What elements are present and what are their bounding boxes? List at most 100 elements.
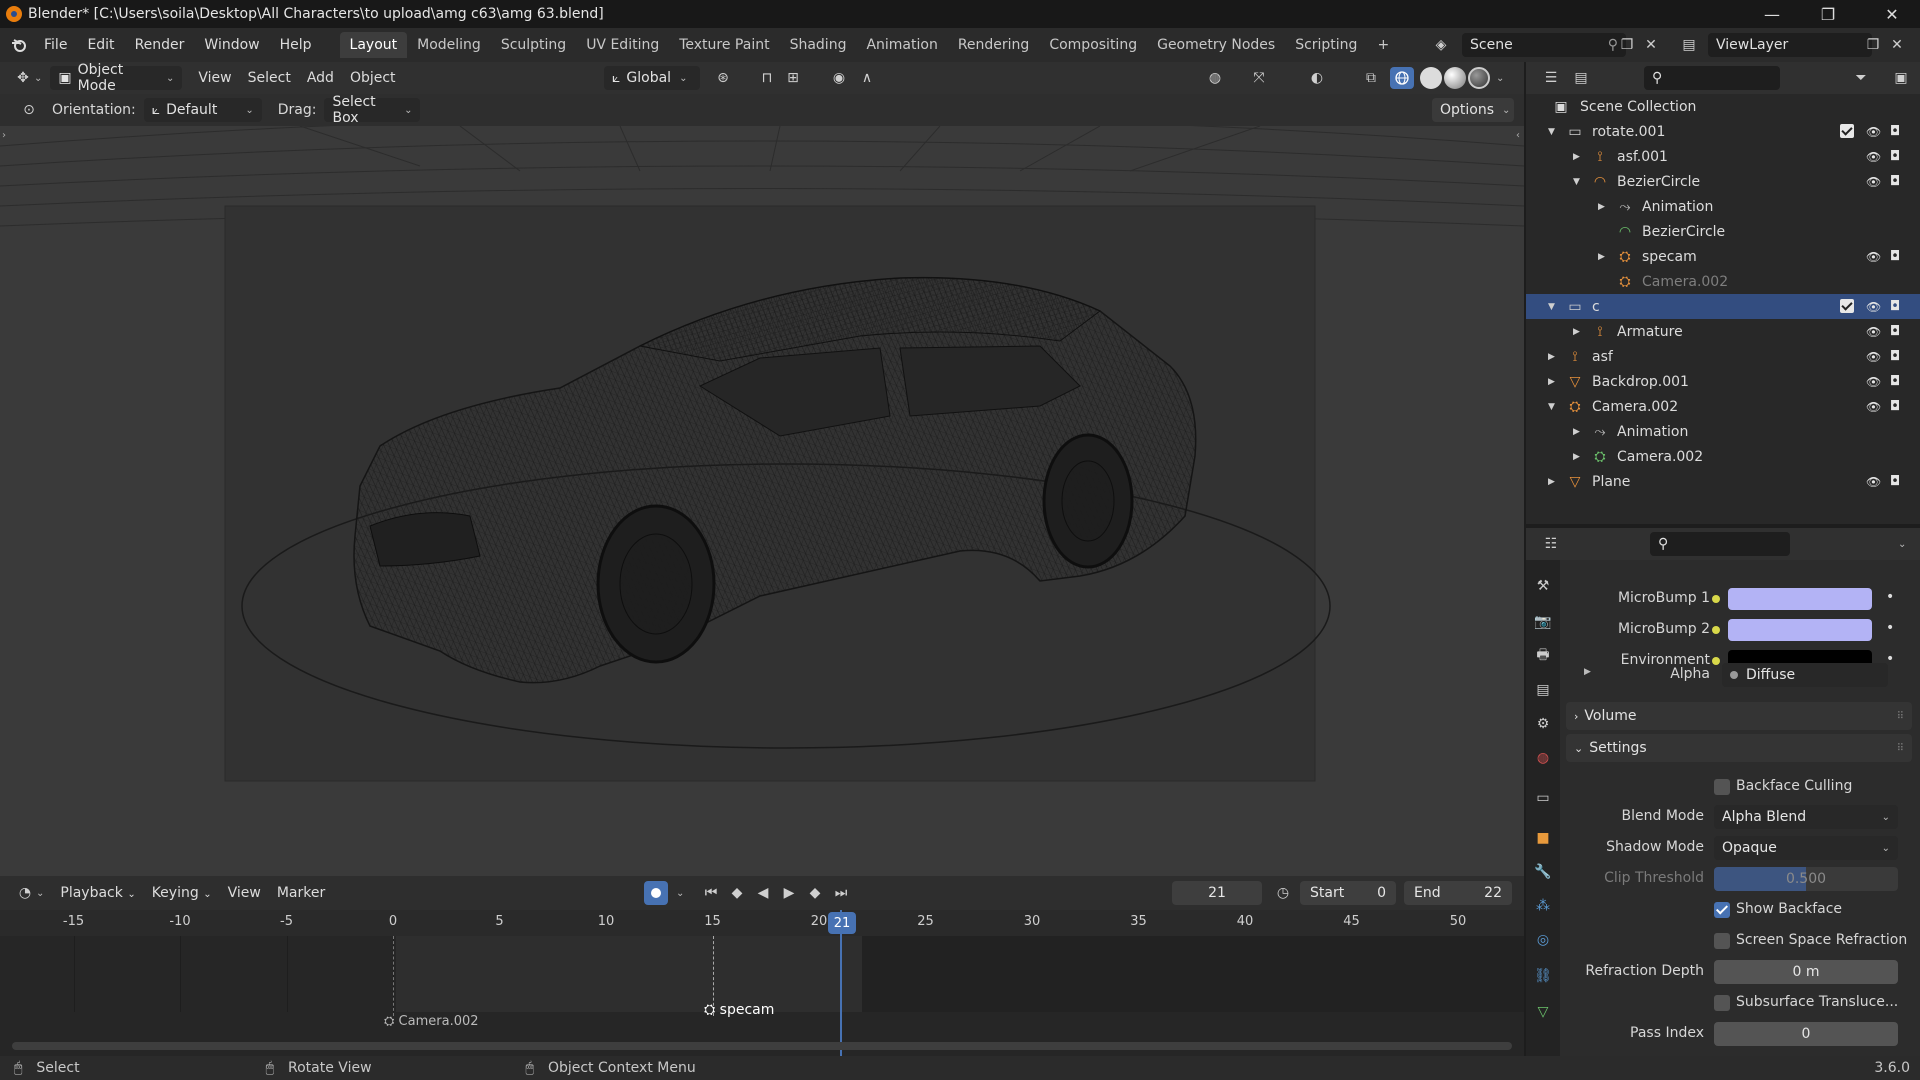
render-camera-icon[interactable]: ◘ — [1890, 399, 1900, 414]
sidebar-expand-icon[interactable]: ‹ — [1516, 130, 1520, 141]
tab-sculpting[interactable]: Sculpting — [491, 32, 576, 58]
settings-section[interactable]: ⌄ Settings ⠿ — [1566, 734, 1912, 762]
menu-file[interactable]: File — [34, 32, 77, 58]
outliner-row[interactable]: ▶ ⤳ Animation — [1526, 194, 1920, 219]
auto-keying-icon[interactable] — [644, 881, 668, 905]
eye-icon[interactable]: 👁 — [1866, 325, 1881, 339]
viewlayer-icon[interactable]: ▤ — [1678, 34, 1700, 56]
eye-icon[interactable]: 👁 — [1866, 375, 1881, 389]
exclude-checkbox[interactable] — [1840, 124, 1854, 138]
eye-icon[interactable]: 👁 — [1866, 175, 1881, 189]
render-camera-icon[interactable]: ◘ — [1890, 474, 1900, 489]
keyframe-dot-icon[interactable]: • — [1886, 620, 1894, 636]
color-swatch[interactable] — [1728, 619, 1872, 641]
ssr-checkbox[interactable] — [1714, 933, 1730, 949]
timeline-body[interactable]: -15 -10 -5 0 5 10 15 20 25 30 35 40 45 50 ⛭ Camera.00… — [0, 910, 1524, 1056]
end-frame-field[interactable]: End 22 — [1404, 881, 1512, 905]
filter-icon[interactable]: ⏷ — [1850, 67, 1872, 89]
render-camera-icon[interactable]: ◘ — [1890, 324, 1900, 339]
proportional-edit-icon[interactable]: ◉ — [828, 67, 850, 89]
visibility-icon[interactable]: ◍ — [1204, 67, 1226, 89]
physics-tab-icon[interactable]: ◎ — [1531, 928, 1555, 952]
clip-threshold-slider[interactable]: 0.500 — [1714, 867, 1898, 891]
maximize-icon[interactable]: ❐ — [1800, 0, 1856, 28]
exclude-checkbox[interactable] — [1840, 299, 1854, 313]
alpha-input[interactable]: Diffuse — [1722, 663, 1888, 687]
properties-search-input[interactable]: ⚲ — [1650, 532, 1790, 556]
menu-marker[interactable]: Marker — [269, 881, 333, 905]
expand-icon[interactable]: ▶ — [1573, 427, 1580, 437]
shading-chevron-icon[interactable]: ⌄ — [1496, 73, 1504, 84]
render-camera-icon[interactable]: ◘ — [1890, 249, 1900, 264]
tab-shading[interactable]: Shading — [780, 32, 857, 58]
pivot-icon[interactable]: ⊛ — [712, 67, 734, 89]
outliner-row[interactable]: ▶ ⛭ Camera.002 — [1526, 444, 1920, 469]
delete-viewlayer-icon[interactable]: ✕ — [1886, 34, 1908, 56]
eye-icon[interactable]: 👁 — [1866, 125, 1881, 139]
editor-type-chevron-icon[interactable]: ⌄ — [34, 73, 42, 84]
keying-chevron-icon[interactable]: ⌄ — [676, 888, 684, 899]
menu-edit[interactable]: Edit — [77, 32, 124, 58]
outliner-row[interactable]: ▶ ⛭ specam 👁 ◘ — [1526, 244, 1920, 269]
tab-compositing[interactable]: Compositing — [1039, 32, 1147, 58]
snap-target-icon[interactable]: ⊞ — [782, 67, 804, 89]
mode-dropdown[interactable]: ▣ Object Mode ⌄ — [50, 62, 183, 94]
outliner-row[interactable]: ▼ ▭ c 👁 ◘ — [1526, 294, 1920, 319]
outliner-row[interactable]: ▶ ▽ Plane 👁 ◘ — [1526, 469, 1920, 494]
pass-index-field[interactable]: 0 — [1714, 1022, 1898, 1046]
render-camera-icon[interactable]: ◘ — [1890, 349, 1900, 364]
solid-shading-icon[interactable] — [1420, 67, 1442, 89]
outliner-root[interactable]: ▣ Scene Collection — [1526, 94, 1920, 119]
collapse-icon[interactable]: ▼ — [1548, 302, 1555, 312]
collection-tab-icon[interactable]: ▭ — [1531, 786, 1555, 810]
camera-marker[interactable]: ⛭ Camera.002 — [384, 1014, 479, 1029]
show-backface-checkbox[interactable] — [1714, 902, 1730, 918]
menu-help[interactable]: Help — [270, 32, 322, 58]
add-workspace-icon[interactable]: + — [1367, 32, 1399, 58]
tab-layout[interactable]: Layout — [339, 32, 408, 58]
blender-menu-icon[interactable] — [8, 34, 30, 56]
render-camera-icon[interactable]: ◘ — [1890, 124, 1900, 139]
menu-add[interactable]: Add — [299, 66, 342, 90]
outliner-row[interactable]: ▼ ⛭ Camera.002 👁 ◘ — [1526, 394, 1920, 419]
playhead-handle[interactable]: 21 — [828, 912, 856, 934]
collapse-icon[interactable]: ▼ — [1548, 127, 1555, 137]
snap-icon[interactable]: ⊓ — [756, 67, 778, 89]
shadow-mode-dropdown[interactable]: Opaque ⌄ — [1714, 836, 1898, 860]
outliner-row[interactable]: ▶ ⟟ Armature 👁 ◘ — [1526, 319, 1920, 344]
constraints-tab-icon[interactable]: ⛓ — [1531, 964, 1555, 988]
minimize-icon[interactable]: — — [1744, 0, 1800, 28]
active-tool-icon[interactable]: ⊙ — [18, 99, 40, 121]
world-tab-icon[interactable]: ◍ — [1531, 746, 1555, 770]
outliner-row[interactable]: ▶ ⟟ asf 👁 ◘ — [1526, 344, 1920, 369]
drag-handle-icon[interactable]: ⠿ — [1897, 743, 1904, 754]
falloff-icon[interactable]: ∧ — [856, 67, 878, 89]
editor-type-chevron-icon[interactable]: ⌄ — [36, 888, 44, 899]
close-icon[interactable]: ✕ — [1864, 0, 1920, 28]
tab-rendering[interactable]: Rendering — [948, 32, 1040, 58]
play-icon[interactable]: ▶ — [778, 882, 800, 904]
backface-culling-checkbox[interactable] — [1714, 779, 1730, 795]
prev-keyframe-icon[interactable]: ◆ — [726, 882, 748, 904]
outliner-row[interactable]: ▶ ⟟ asf.001 👁 ◘ — [1526, 144, 1920, 169]
outliner-row[interactable]: ◠ BezierCircle — [1526, 219, 1920, 244]
menu-playback[interactable]: Playback ⌄ — [52, 881, 143, 905]
expand-icon[interactable]: ▶ — [1548, 477, 1555, 487]
material-shading-icon[interactable] — [1444, 67, 1466, 89]
keyframe-dot-icon[interactable]: • — [1886, 589, 1894, 605]
tool-tab-icon[interactable]: ⚒ — [1531, 574, 1555, 598]
scene-field[interactable]: Scene ⚲ — [1462, 33, 1626, 57]
scene-icon[interactable]: ◈ — [1430, 34, 1452, 56]
scene-tab-icon[interactable]: ⚙ — [1531, 712, 1555, 736]
modifier-tab-icon[interactable]: 🔧 — [1531, 860, 1555, 884]
particles-tab-icon[interactable]: ⁂ — [1531, 894, 1555, 918]
xray-icon[interactable]: ⧉ — [1360, 67, 1382, 89]
editor-type-icon[interactable]: ✥ — [12, 67, 34, 89]
color-swatch[interactable] — [1728, 588, 1872, 610]
next-keyframe-icon[interactable]: ◆ — [804, 882, 826, 904]
menu-timeline-view[interactable]: View — [220, 881, 269, 905]
jump-start-icon[interactable]: ⏮ — [700, 882, 722, 904]
gizmo-icon[interactable]: ⤧ — [1248, 67, 1270, 89]
specam-marker[interactable]: ⛭ specam — [704, 1002, 774, 1018]
expand-icon[interactable]: ▶ — [1548, 377, 1555, 387]
